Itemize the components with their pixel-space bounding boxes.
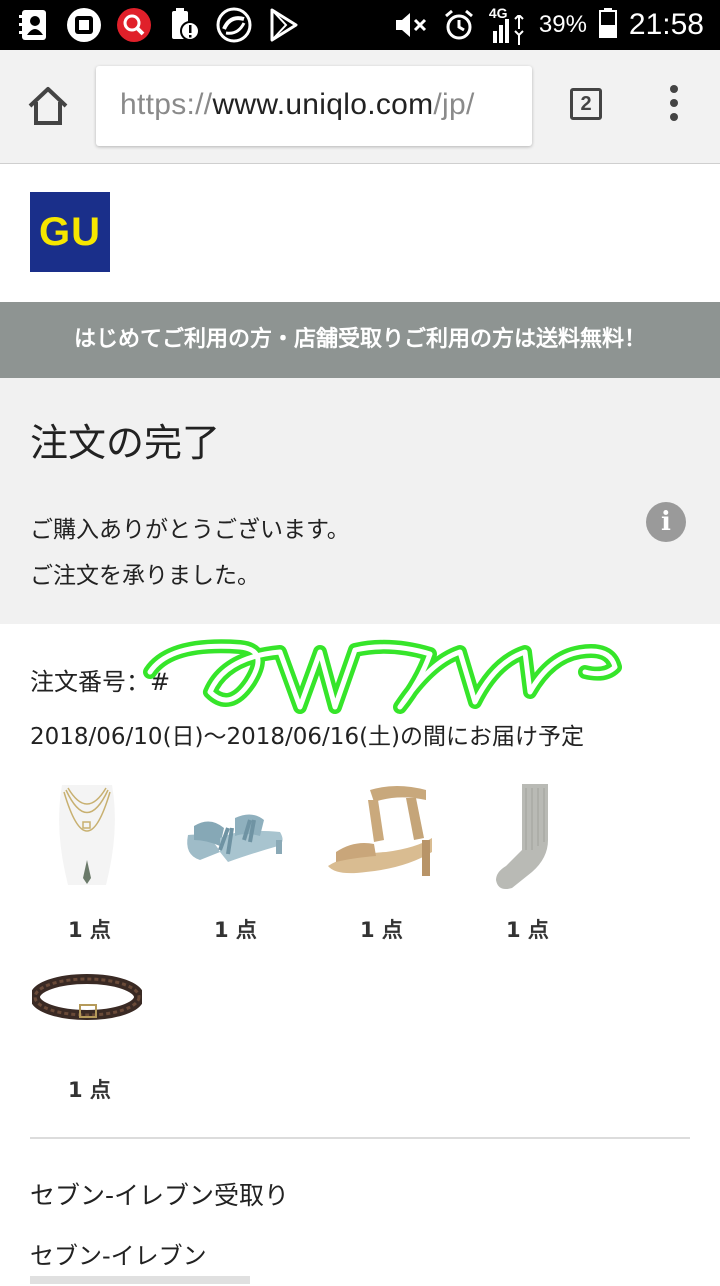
mute-icon [393, 7, 429, 43]
page-title: 注文の完了 [30, 421, 221, 465]
product-qty: 1 点 [68, 1078, 111, 1102]
free-shipping-banner: はじめてご利用の方・店舗受取りご利用の方は送料無料！ [0, 302, 720, 378]
redaction-scribble [143, 639, 622, 714]
product-necklace[interactable] [32, 780, 142, 890]
product-belt[interactable] [30, 945, 144, 1055]
battery-alert-icon [166, 7, 202, 43]
battery-percent: 39% [538, 11, 587, 38]
product-qty: 1 点 [360, 918, 403, 942]
order-complete-section: 注文の完了 ご購入ありがとうございます。 ご注文を承りました。 i [0, 378, 720, 624]
info-icon[interactable]: i [646, 502, 686, 542]
url-path: /jp/ [433, 88, 475, 121]
divider [30, 1137, 690, 1139]
search-app-icon [116, 7, 152, 43]
product-qty: 1 点 [68, 918, 111, 942]
url-text: https://www.uniqlo.com/jp/ [120, 88, 475, 122]
signal-icon: 4G [489, 5, 527, 45]
gu-logo[interactable]: GU [30, 192, 110, 272]
url-host: www.uniqlo.com [212, 88, 434, 121]
tab-switcher-button[interactable]: 2 [570, 88, 602, 120]
product-mule-sandal[interactable] [180, 780, 290, 890]
pickup-store-detail-cropped [30, 1272, 270, 1286]
app-icon [66, 7, 102, 43]
play-store-icon [266, 7, 302, 43]
product-qty: 1 点 [214, 918, 257, 942]
contacts-icon [16, 7, 52, 43]
product-qty: 1 点 [506, 918, 549, 942]
product-socks[interactable] [472, 780, 582, 890]
home-icon[interactable] [26, 84, 70, 128]
status-bar: 4G 39% 21:58 [0, 0, 720, 50]
url-bar[interactable]: https://www.uniqlo.com/jp/ [96, 66, 532, 146]
sync-icon [216, 7, 252, 43]
overflow-menu-icon[interactable] [660, 80, 688, 130]
thanks-message: ご購入ありがとうございます。 [30, 517, 350, 543]
alarm-icon [441, 7, 477, 43]
product-ankle-strap-sandal[interactable] [326, 780, 436, 890]
browser-toolbar: https://www.uniqlo.com/jp/ 2 [0, 50, 720, 164]
battery-icon [598, 8, 617, 42]
pickup-method-title: セブン-イレブン受取り [30, 1181, 290, 1210]
pickup-store-name: セブン-イレブン [30, 1242, 207, 1270]
url-scheme: https:// [120, 88, 213, 121]
clock: 21:58 [628, 8, 704, 41]
accepted-message: ご注文を承りました。 [30, 563, 260, 589]
